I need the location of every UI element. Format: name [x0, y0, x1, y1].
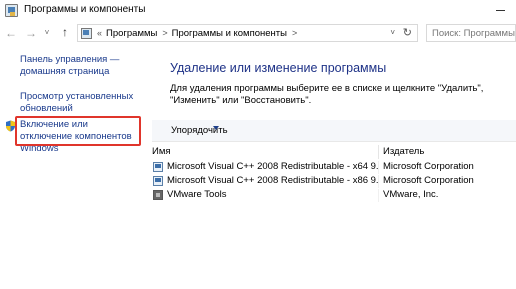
- refresh-icon[interactable]: ↻: [403, 26, 412, 39]
- installer-icon: [153, 176, 163, 186]
- search-input[interactable]: Поиск: Программы и к...: [426, 24, 516, 42]
- program-publisher: VMware, Inc.: [383, 189, 439, 200]
- minimize-button[interactable]: [496, 10, 505, 11]
- organize-dropdown-icon[interactable]: [213, 126, 219, 130]
- breadcrumb-programs-and-features[interactable]: Программы и компоненты: [172, 28, 287, 39]
- breadcrumb-separator[interactable]: >: [162, 28, 167, 38]
- column-divider: [378, 161, 379, 174]
- search-placeholder: Поиск: Программы и к...: [432, 28, 516, 39]
- column-header-name[interactable]: Имя: [152, 146, 171, 157]
- address-bar[interactable]: « Программы > Программы и компоненты > ˅…: [77, 24, 418, 42]
- breadcrumb-separator[interactable]: >: [292, 28, 297, 38]
- command-bar: Упорядочить: [152, 120, 516, 142]
- column-divider[interactable]: [378, 145, 379, 159]
- sidebar-item-view-installed-updates[interactable]: Просмотр установленных обновлений: [20, 91, 140, 115]
- highlight-frame: [15, 116, 141, 146]
- breadcrumb-programs[interactable]: Программы: [106, 28, 157, 39]
- sidebar: Панель управления — домашняя страница Пр…: [0, 44, 142, 289]
- column-divider: [378, 189, 379, 202]
- breadcrumb-overflow[interactable]: «: [97, 28, 102, 38]
- program-publisher: Microsoft Corporation: [383, 175, 474, 186]
- table-row[interactable]: VMware Tools VMware, Inc.: [152, 189, 516, 202]
- program-name: Microsoft Visual C++ 2008 Redistributabl…: [167, 161, 378, 172]
- vmware-icon: [153, 190, 163, 200]
- program-name: VMware Tools: [167, 189, 227, 200]
- column-divider: [378, 175, 379, 188]
- recent-locations-chevron-icon[interactable]: ˅: [42, 26, 52, 40]
- program-name: Microsoft Visual C++ 2008 Redistributabl…: [167, 175, 378, 186]
- up-arrow-icon[interactable]: ↑: [58, 25, 72, 39]
- page-description: Для удаления программы выберите ее в спи…: [170, 83, 484, 106]
- table-row[interactable]: Microsoft Visual C++ 2008 Redistributabl…: [152, 175, 516, 188]
- table-row[interactable]: Microsoft Visual C++ 2008 Redistributabl…: [152, 161, 516, 174]
- window-title: Программы и компоненты: [24, 4, 146, 15]
- title-bar: Программы и компоненты: [0, 0, 516, 22]
- column-header-publisher[interactable]: Издатель: [383, 146, 424, 157]
- navigation-bar: ← → ˅ ↑ « Программы > Программы и компон…: [0, 22, 516, 44]
- program-publisher: Microsoft Corporation: [383, 161, 474, 172]
- organize-button[interactable]: Упорядочить: [171, 125, 228, 136]
- forward-arrow-icon[interactable]: →: [24, 26, 38, 40]
- page-title: Удаление или изменение программы: [170, 61, 387, 75]
- installer-icon: [153, 162, 163, 172]
- address-dropdown-chevron-icon[interactable]: ˅: [390, 28, 395, 37]
- table-header: Имя Издатель: [152, 145, 516, 159]
- control-panel-icon: [5, 4, 18, 17]
- back-arrow-icon[interactable]: ←: [4, 26, 18, 40]
- control-panel-icon: [81, 27, 92, 39]
- sidebar-item-control-panel-home[interactable]: Панель управления — домашняя страница: [20, 54, 140, 78]
- main-content: Удаление или изменение программы Для уда…: [152, 44, 516, 289]
